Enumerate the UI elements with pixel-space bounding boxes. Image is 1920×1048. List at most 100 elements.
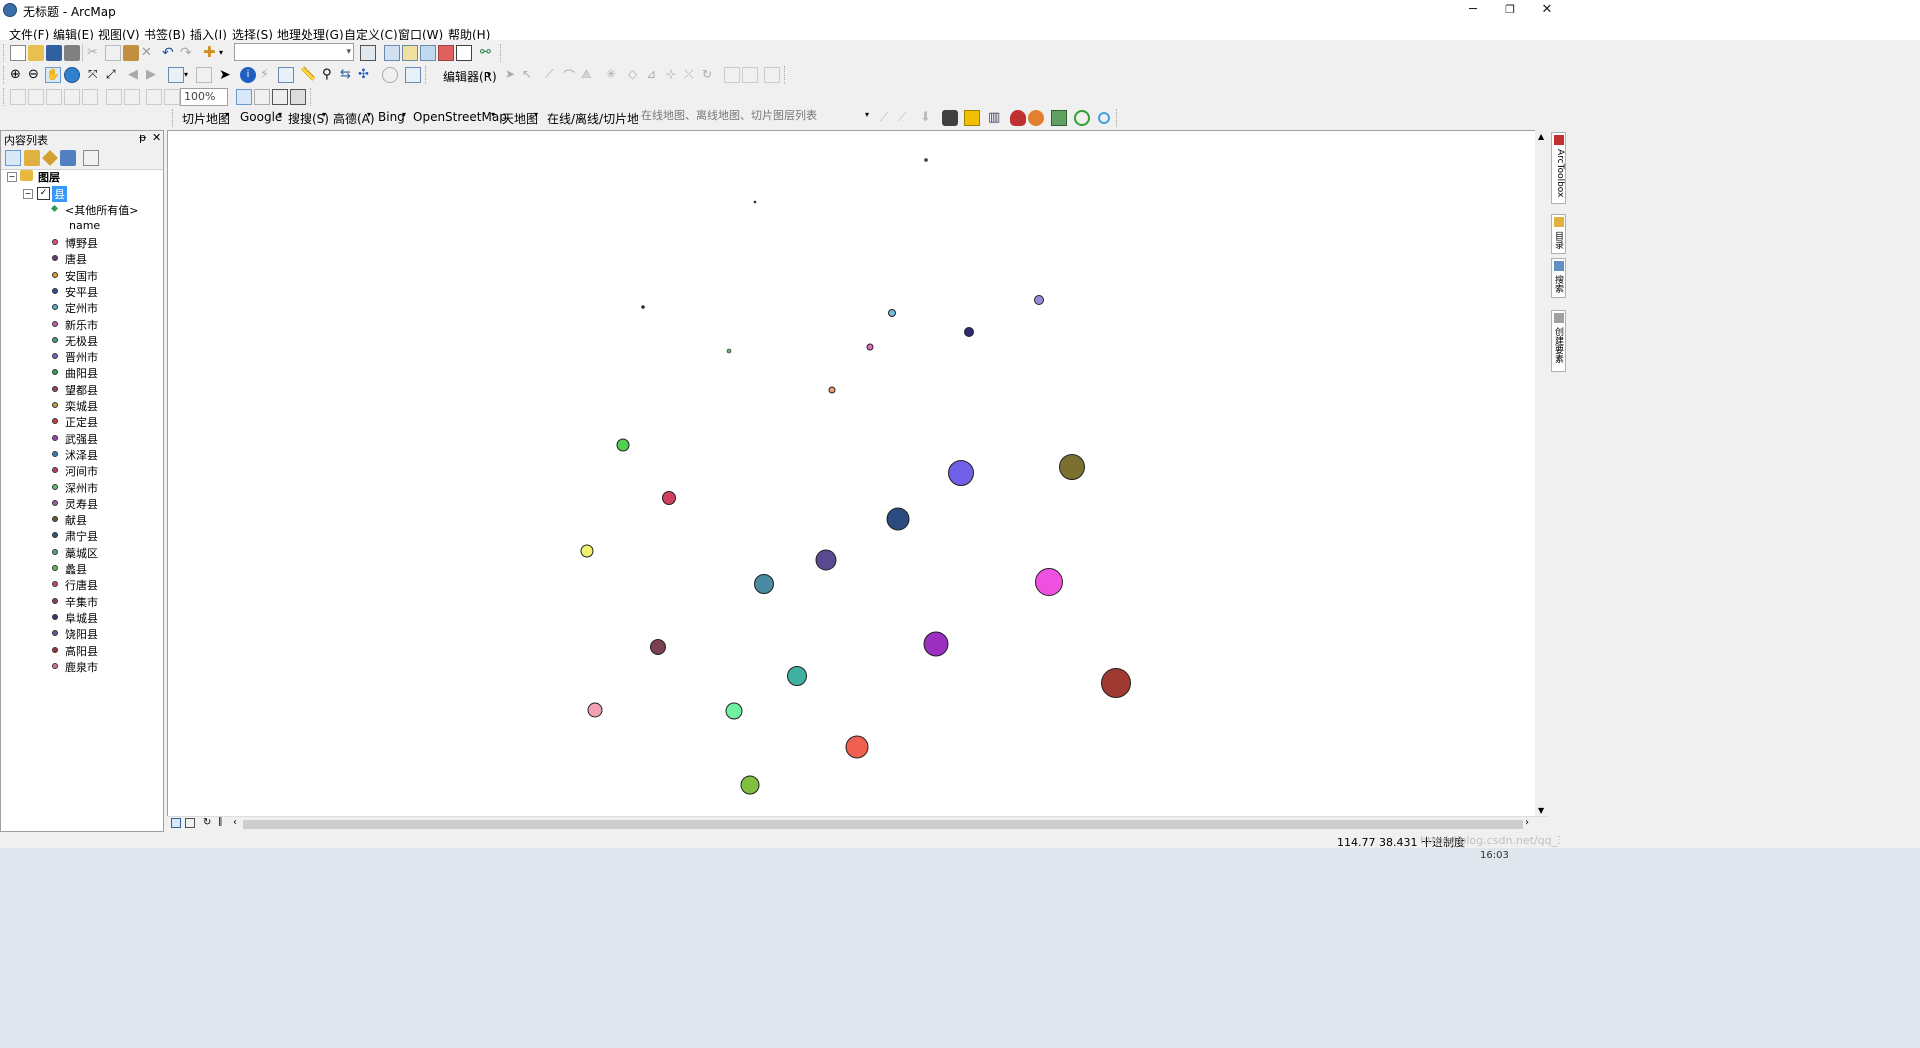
qq-icon[interactable] [1010,110,1026,126]
map-point-feature[interactable] [753,200,757,204]
time-slider-icon[interactable] [382,67,398,83]
legend-item[interactable]: 藁城区 [1,545,163,561]
editor-dropdown-icon[interactable]: ▾ [487,67,503,83]
focus-data-frame-icon[interactable] [254,89,270,105]
delete-icon[interactable]: ✕ [141,45,157,61]
legend-item[interactable]: 无极县 [1,333,163,349]
legend-item[interactable]: 河间市 [1,463,163,479]
identify-icon[interactable]: i [240,67,256,83]
python-window-icon[interactable] [456,45,472,61]
search-window-icon[interactable] [420,45,436,61]
cut-polygons-icon[interactable]: ⊹ [666,67,682,83]
sketch-properties-icon[interactable] [742,67,758,83]
search-yellow-icon[interactable] [964,110,980,126]
paste-icon[interactable] [123,45,139,61]
map-point-feature[interactable] [725,702,743,720]
legend-item[interactable]: 唐县 [1,251,163,267]
legend-item[interactable]: 望都县 [1,382,163,398]
collapse-layer-icon[interactable]: − [23,189,33,199]
scale-combo[interactable]: ▾ [234,43,354,61]
table-of-contents-icon[interactable] [384,45,400,61]
data-driven-pages-icon[interactable] [290,89,306,105]
rotate-icon[interactable]: ↻ [702,67,718,83]
map-point-feature[interactable] [828,386,836,394]
next-extent-page-icon[interactable] [164,89,180,105]
map-point-feature[interactable] [1035,568,1063,596]
fixed-zoom-in-icon[interactable]: ⤧ [88,67,104,83]
scroll-down-icon[interactable]: ▼ [1538,806,1544,815]
toggle-draft-mode-icon[interactable] [236,89,252,105]
copy-icon[interactable] [105,45,121,61]
online-layer-combo[interactable]: 在线地图、离线地图、切片图层列表 [638,108,876,126]
list-by-source-icon[interactable] [24,150,40,166]
list-by-selection-icon[interactable] [60,150,76,166]
tianditu-dropdown-icon[interactable]: ▾ [534,110,538,119]
straight-segment-icon[interactable]: ⟋ [545,67,561,83]
info-circle-icon[interactable] [1098,112,1110,124]
trace-icon[interactable]: ⟁ [581,67,597,83]
map-point-feature[interactable] [964,327,974,337]
legend-item[interactable]: 安国市 [1,268,163,284]
legend-item[interactable]: 新乐市 [1,317,163,333]
tile-map-dropdown-icon[interactable]: ▾ [225,110,229,119]
legend-item[interactable]: 曲阳县 [1,365,163,381]
find-route-icon[interactable]: ⇆ [340,67,356,83]
catalog-icon[interactable] [402,45,418,61]
editor-toolbar-icon[interactable] [360,45,376,61]
legend-item[interactable]: 鹿泉市 [1,659,163,675]
edit-tool-icon[interactable]: ➤ [505,67,521,83]
pause-drawing-icon[interactable]: ‖ [218,817,234,833]
undo-icon[interactable]: ↶ [162,45,178,61]
map-point-feature[interactable] [1101,668,1131,698]
zoom-out-icon[interactable]: ⊖ [28,67,44,83]
gaode-dropdown-icon[interactable]: ▾ [367,110,371,119]
layout-zoom-in-icon[interactable] [10,89,26,105]
map-point-feature[interactable] [580,544,594,558]
modelbuilder-icon[interactable]: ⚯ [480,45,496,61]
refresh-icon[interactable] [1074,110,1090,126]
previous-extent-page-icon[interactable] [146,89,162,105]
print-icon[interactable] [64,45,80,61]
find-binoculars-icon[interactable]: ⚲ [322,67,338,83]
end-point-arc-icon[interactable]: ⌒ [563,67,579,83]
map-point-feature[interactable] [616,438,630,452]
google-menu[interactable]: Google [240,110,282,124]
map-point-feature[interactable] [1059,454,1085,480]
legend-item[interactable]: 正定县 [1,414,163,430]
export-icon[interactable] [1051,110,1067,126]
map-point-feature[interactable] [641,305,645,309]
fixed-zoom-out-page-icon[interactable] [124,89,140,105]
zoom-whole-page-icon[interactable] [64,89,80,105]
edit-annotation-icon[interactable]: ↖ [522,67,538,83]
legend-item[interactable]: 灵寿县 [1,496,163,512]
legend-item[interactable]: 沭泽县 [1,447,163,463]
go-to-xy-icon[interactable]: ✣ [358,67,374,83]
forward-extent-icon[interactable]: ▶ [146,67,162,83]
legend-item[interactable]: 博野县 [1,235,163,251]
zoom-in-icon[interactable]: ⊕ [10,67,26,83]
edit-vertices-icon[interactable]: ◇ [628,67,644,83]
layer-name[interactable]: 县 [52,186,67,202]
arctoolbox-icon[interactable] [438,45,454,61]
database-icon[interactable] [942,110,958,126]
legend-item[interactable]: 肃宁县 [1,528,163,544]
layers-group-label[interactable]: 图层 [38,169,60,185]
tile-map-menu[interactable]: 切片地图 [182,110,230,127]
add-data-icon[interactable]: ✚ [203,45,219,61]
create-viewer-icon[interactable] [405,67,421,83]
pan-hand-icon[interactable]: ✋ [45,67,61,83]
map-point-feature[interactable] [886,507,910,531]
legend-item[interactable]: 阜城县 [1,610,163,626]
refresh-view-icon[interactable]: ↻ [203,817,219,833]
fixed-zoom-out-icon[interactable]: ⤢ [106,67,122,83]
legend-item[interactable]: 安平县 [1,284,163,300]
legend-item[interactable]: 献县 [1,512,163,528]
legend-item[interactable]: 行唐县 [1,577,163,593]
zoom-100-icon[interactable] [82,89,98,105]
map-point-feature[interactable] [662,491,676,505]
map-view[interactable] [167,130,1549,830]
list-by-visibility-icon[interactable] [42,150,58,166]
soso-dropdown-icon[interactable]: ▾ [322,110,326,119]
layout-pan-icon[interactable] [46,89,62,105]
redo-icon[interactable]: ↷ [180,45,196,61]
